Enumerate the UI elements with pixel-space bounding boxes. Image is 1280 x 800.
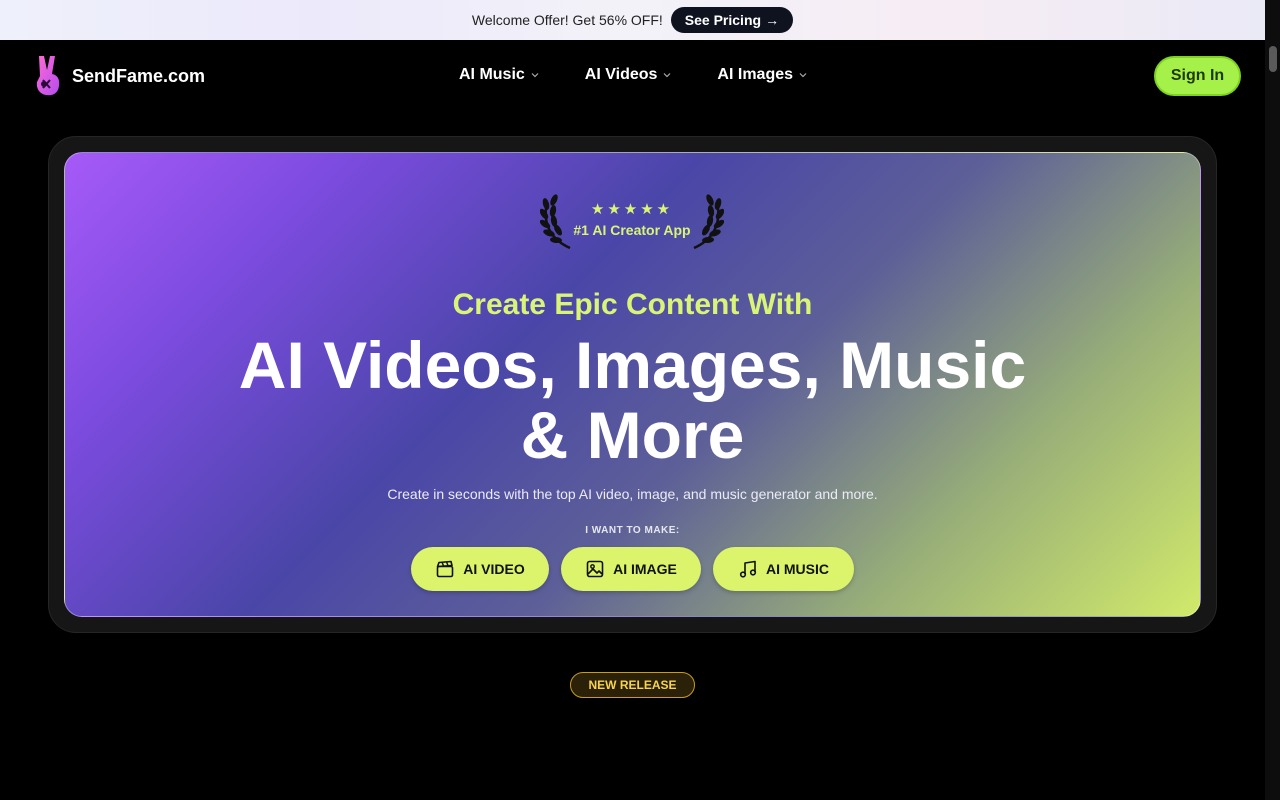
chevron-down-icon	[663, 73, 671, 78]
nav-item-label: AI Images	[717, 66, 794, 83]
clapperboard-icon	[436, 560, 454, 578]
hero-subtitle: Create in seconds with the top AI video,…	[387, 486, 878, 502]
ai-music-button[interactable]: AI MUSIC	[713, 547, 854, 591]
see-pricing-button[interactable]: See Pricing →	[670, 7, 794, 33]
chevron-down-icon	[799, 73, 807, 78]
brand-logo[interactable]: SendFame.com	[34, 54, 205, 98]
headline-line-1: AI Videos, Images, Music	[238, 328, 1027, 402]
hero-kicker: Create Epic Content With	[452, 288, 813, 321]
music-note-icon	[739, 560, 757, 578]
nav-item-label: AI Videos	[584, 66, 658, 83]
award-badge: ★★★★★ #1 AI Creator App	[540, 190, 724, 252]
peace-hand-icon	[36, 56, 60, 96]
laurel-left-icon	[540, 194, 571, 250]
page: Welcome Offer! Get 56% OFF! See Pricing …	[0, 0, 1280, 800]
scrollbar-thumb[interactable]	[1269, 46, 1277, 72]
scrollbar[interactable]	[1265, 0, 1280, 800]
cta-label: AI MUSIC	[766, 561, 829, 577]
sign-in-button[interactable]: Sign In	[1154, 56, 1241, 96]
ai-image-button[interactable]: AI IMAGE	[561, 547, 701, 591]
cta-label: AI IMAGE	[613, 561, 677, 577]
make-label: I WANT TO MAKE:	[585, 525, 680, 536]
nav-menu: AI Music AI Videos AI Images	[459, 66, 807, 84]
hero-headline: AI Videos, Images, Music & More	[64, 330, 1201, 470]
arrow-right-icon: →	[765, 12, 780, 28]
top-nav: SendFame.com AI Music AI Videos AI Image…	[0, 40, 1265, 112]
promo-text: Welcome Offer! Get 56% OFF!	[471, 12, 663, 28]
nav-item-label: AI Music	[459, 66, 525, 83]
image-icon	[586, 560, 604, 578]
headline-line-2: & More	[520, 398, 745, 472]
brand-name: SendFame.com	[72, 65, 206, 86]
laurel-right-icon	[693, 194, 724, 250]
ai-video-button[interactable]: AI VIDEO	[411, 547, 549, 591]
promo-bar: Welcome Offer! Get 56% OFF! See Pricing …	[0, 0, 1265, 40]
new-release-badge: NEW RELEASE	[570, 672, 695, 698]
chevron-down-icon	[531, 73, 539, 78]
nav-item-ai-videos[interactable]: AI Videos	[585, 66, 672, 84]
nav-item-ai-images[interactable]: AI Images	[717, 66, 807, 84]
see-pricing-label: See Pricing	[684, 12, 762, 28]
cta-label: AI VIDEO	[463, 561, 525, 577]
nav-item-ai-music[interactable]: AI Music	[459, 66, 539, 84]
